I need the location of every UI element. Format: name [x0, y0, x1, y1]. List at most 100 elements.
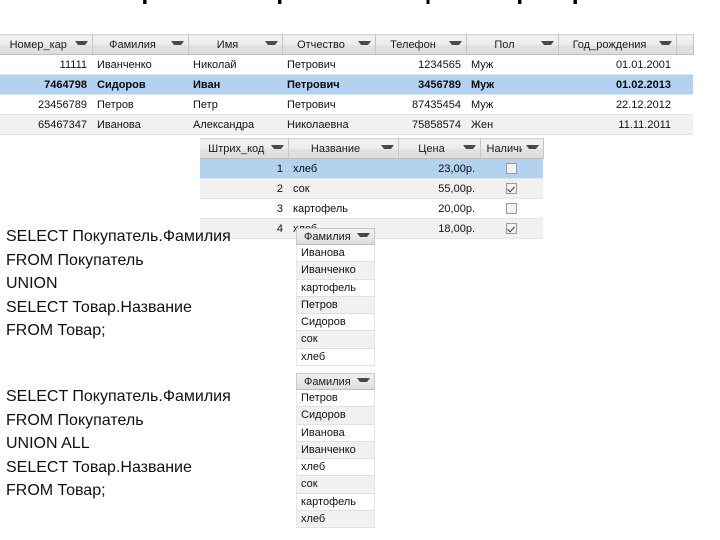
column-header-pokupatel-0[interactable]: Номер_кар [0, 34, 93, 55]
cell-tovar-checkbox[interactable] [480, 218, 543, 239]
list-item[interactable]: Сидоров [296, 407, 375, 425]
cell-pokupatel-5[interactable]: Муж [466, 74, 558, 95]
datasheet-pokupatel[interactable]: Номер_кар Фамилия Имя Отчество Телефон Пол Год… [0, 34, 694, 135]
table-row[interactable]: 65467347 Иванова Александра Николаевна 75858… [0, 114, 693, 135]
cell-pokupatel-1[interactable]: Сидоров [92, 74, 188, 95]
cell-tovar-0[interactable]: 2 [200, 178, 288, 199]
cell-pokupatel-2[interactable]: Александра [188, 114, 282, 135]
cell-pokupatel-6[interactable]: 01.02.2013 [558, 74, 676, 95]
table-row[interactable]: 3 картофель 20,00р. [200, 198, 543, 219]
list-item[interactable]: Иванченко [296, 441, 375, 460]
table-row[interactable]: 7464798 Сидоров Иван Петрович 3456789 Муж 01.0… [0, 74, 693, 95]
chevron-down-icon[interactable] [357, 232, 370, 241]
cell-tovar-2[interactable]: 23,00р. [398, 158, 480, 179]
result-union-all-rows[interactable]: Петров Сидоров Иванова Иванченко хлеб сок карт… [296, 390, 375, 529]
cell-tovar-checkbox[interactable] [480, 178, 543, 199]
column-header-tovar-0[interactable]: Штрих_код [200, 138, 289, 159]
chevron-down-icon[interactable] [658, 40, 672, 49]
cell-pokupatel-1[interactable]: Петров [92, 94, 188, 115]
cell-pokupatel-4[interactable]: 3456789 [375, 74, 466, 95]
list-item[interactable]: Иванченко [296, 262, 375, 280]
chevron-down-icon[interactable] [170, 40, 184, 49]
chevron-down-icon[interactable] [270, 144, 284, 153]
cell-pokupatel-3[interactable]: Петрович [282, 74, 375, 95]
cell-tovar-0[interactable]: 3 [200, 198, 288, 219]
table-tovar-body[interactable]: 1 хлеб 23,00р. 2 сок 55,00р. 3 картофель 20,00р.… [200, 158, 543, 239]
checkbox-unchecked-icon[interactable] [506, 203, 517, 215]
cell-pokupatel-3[interactable]: Николаевна [282, 114, 375, 135]
cell-pokupatel-3[interactable]: Петрович [282, 54, 375, 75]
cell-tovar-checkbox[interactable] [480, 158, 543, 179]
cell-pokupatel-6[interactable]: 01.01.2001 [558, 54, 676, 75]
column-header-pokupatel-6[interactable]: Год_рождения [558, 34, 677, 55]
result-union-rows[interactable]: Иванова Иванченко картофель Петров Сидоров со… [296, 245, 375, 367]
cell-pokupatel-0[interactable]: 7464798 [0, 74, 92, 95]
chevron-down-icon[interactable] [448, 40, 462, 49]
list-item[interactable]: хлеб [296, 459, 375, 477]
column-header-pokupatel-2[interactable]: Имя [188, 34, 283, 55]
table-pokupatel[interactable]: Номер_кар Фамилия Имя Отчество Телефон Пол Год… [0, 34, 694, 135]
column-header-tovar-1[interactable]: Название [288, 138, 399, 159]
list-item[interactable]: хлеб [296, 348, 375, 367]
list-item[interactable]: Иванова [296, 424, 375, 442]
list-item[interactable]: Петров [296, 390, 375, 408]
list-item[interactable]: Иванова [296, 245, 375, 263]
table-row[interactable]: 11111 Иванченко Николай Петрович 1234565 Муж 0… [0, 54, 693, 75]
cell-tovar-2[interactable]: 55,00р. [398, 178, 480, 199]
list-item[interactable]: сок [296, 476, 375, 494]
cell-pokupatel-5[interactable]: Муж [466, 54, 558, 75]
column-header-pokupatel-3[interactable]: Отчество [282, 34, 376, 55]
column-header-pokupatel-5[interactable]: Пол [466, 34, 559, 55]
table-row[interactable]: 2 сок 55,00р. [200, 178, 543, 199]
chevron-down-icon[interactable] [264, 40, 278, 49]
cell-pokupatel-2[interactable]: Иван [188, 74, 282, 95]
cell-tovar-2[interactable]: 20,00р. [398, 198, 480, 219]
cell-pokupatel-6[interactable]: 22.12.2012 [558, 94, 676, 115]
cell-pokupatel-1[interactable]: Иванова [92, 114, 188, 135]
cell-pokupatel-2[interactable]: Петр [188, 94, 282, 115]
cell-tovar-1[interactable]: картофель [288, 198, 398, 219]
checkbox-checked-icon[interactable] [506, 183, 517, 195]
chevron-down-icon[interactable] [357, 40, 371, 49]
cell-pokupatel-4[interactable]: 87435454 [375, 94, 466, 115]
cell-pokupatel-5[interactable]: Муж [466, 94, 558, 115]
list-item[interactable]: сок [296, 331, 375, 349]
list-item[interactable]: Петров [296, 296, 375, 315]
chevron-down-icon[interactable] [74, 40, 88, 49]
cell-pokupatel-4[interactable]: 1234565 [375, 54, 466, 75]
result-union-header[interactable]: Фамилия [296, 228, 375, 245]
table-row[interactable]: 1 хлеб 23,00р. [200, 158, 543, 179]
list-item[interactable]: картофель [296, 279, 375, 297]
table-pokupatel-body[interactable]: 11111 Иванченко Николай Петрович 1234565 Муж 0… [0, 54, 693, 135]
datasheet-tovar[interactable]: Штрих_код Название Цена Наличие_ал 1хлеб23,… [200, 138, 544, 239]
column-header-tovar-2[interactable]: Цена [398, 138, 481, 159]
cell-tovar-1[interactable]: сок [288, 178, 398, 199]
cell-pokupatel-0[interactable]: 65467347 [0, 114, 92, 135]
table-tovar[interactable]: Штрих_код Название Цена Наличие_ал 1хлеб23,… [200, 138, 544, 239]
table-row[interactable]: 23456789 Петров Петр Петрович 87435454 Муж 22.… [0, 94, 693, 115]
cell-tovar-1[interactable]: хлеб [288, 158, 398, 179]
result-union-all-header[interactable]: Фамилия [296, 373, 375, 390]
cell-tovar-0[interactable]: 1 [200, 158, 288, 179]
column-header-pokupatel-4[interactable]: Телефон [375, 34, 467, 55]
cell-pokupatel-0[interactable]: 23456789 [0, 94, 92, 115]
result-grid-union-all[interactable]: Фамилия Петров Сидоров Иванова Иванченко хле… [296, 373, 375, 529]
list-item[interactable]: картофель [296, 493, 375, 512]
column-header-tovar-3[interactable]: Наличие_ал [480, 138, 544, 159]
cell-pokupatel-3[interactable]: Петрович [282, 94, 375, 115]
chevron-down-icon[interactable] [462, 144, 476, 153]
cell-pokupatel-2[interactable]: Николай [188, 54, 282, 75]
chevron-down-icon[interactable] [357, 377, 370, 386]
list-item[interactable]: Сидоров [296, 314, 375, 332]
chevron-down-icon[interactable] [380, 144, 394, 153]
cell-pokupatel-1[interactable]: Иванченко [92, 54, 188, 75]
chevron-down-icon[interactable] [525, 144, 539, 153]
cell-pokupatel-6[interactable]: 11.11.2011 [558, 114, 676, 135]
checkbox-unchecked-icon[interactable] [506, 163, 517, 175]
cell-tovar-checkbox[interactable] [480, 198, 543, 219]
result-grid-union[interactable]: Фамилия Иванова Иванченко картофель Петров С… [296, 228, 375, 367]
cell-pokupatel-0[interactable]: 11111 [0, 54, 92, 75]
cell-tovar-2[interactable]: 18,00р. [398, 218, 480, 239]
cell-pokupatel-4[interactable]: 75858574 [375, 114, 466, 135]
column-header-pokupatel-1[interactable]: Фамилия [92, 34, 189, 55]
